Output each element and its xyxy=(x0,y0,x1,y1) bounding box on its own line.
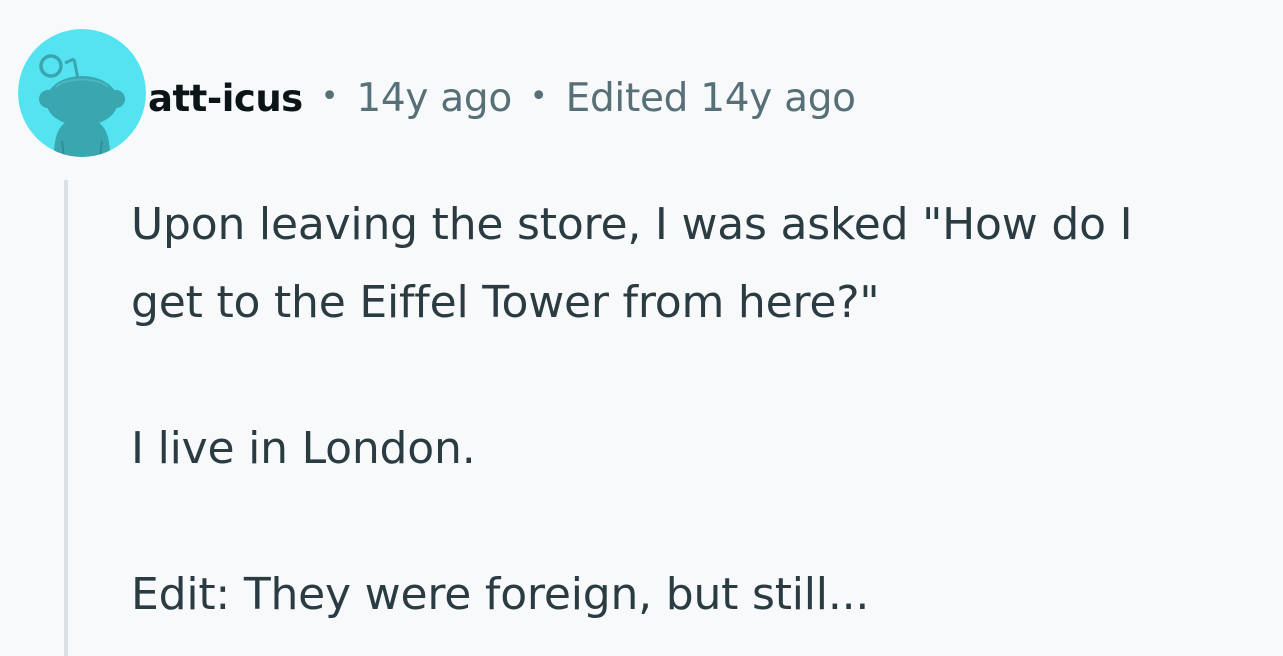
comment-body-paragraph: Edit: They were foreign, but still... xyxy=(131,569,870,620)
author-username[interactable]: att-icus xyxy=(148,77,303,120)
reddit-snoo-avatar-icon xyxy=(18,29,146,157)
comment: att-icus • 14y ago • Edited 14y ago Upon… xyxy=(0,0,1283,656)
comment-body-line: Upon leaving the store, I was asked "How… xyxy=(131,199,1133,250)
comment-timestamp[interactable]: 14y ago xyxy=(356,76,512,121)
comment-meta: att-icus • 14y ago • Edited 14y ago xyxy=(148,70,856,126)
meta-separator: • xyxy=(529,78,548,114)
comment-body-line: get to the Eiffel Tower from here?" xyxy=(131,277,880,328)
meta-separator: • xyxy=(320,78,339,114)
user-avatar[interactable] xyxy=(18,29,146,157)
comment-body: Upon leaving the store, I was asked "How… xyxy=(131,186,1281,634)
edited-timestamp: Edited 14y ago xyxy=(565,75,856,121)
thread-collapse-line[interactable] xyxy=(64,180,68,656)
comment-body-paragraph: I live in London. xyxy=(131,423,476,474)
